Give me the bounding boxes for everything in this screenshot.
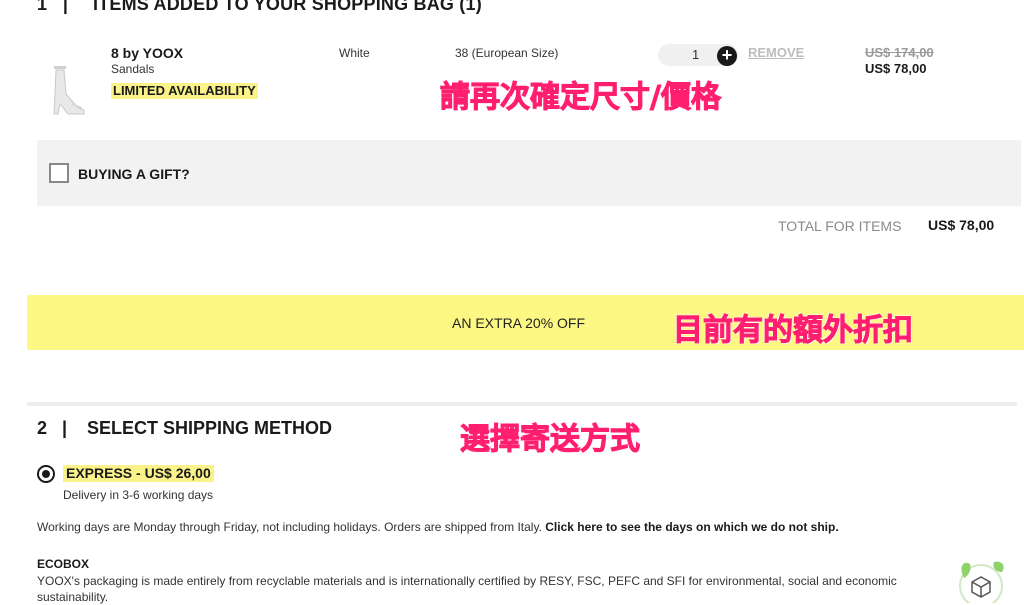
availability-badge: LIMITED AVAILABILITY	[111, 83, 258, 99]
remove-button[interactable]: REMOVE	[748, 45, 804, 60]
express-shipping-option[interactable]: EXPRESS - US$ 26,00	[63, 465, 214, 482]
annotation-extra-discount: 目前有的額外折扣	[673, 313, 914, 349]
product-size: 38 (European Size)	[455, 46, 559, 60]
working-days-info: Working days are Monday through Friday, …	[37, 520, 839, 534]
gift-option-label[interactable]: BUYING A GIFT?	[78, 166, 190, 182]
ecobox-description: YOOX's packaging is made entirely from r…	[37, 574, 897, 604]
quantity-value[interactable]: 1	[692, 47, 699, 62]
original-price: US$ 174,00	[865, 45, 934, 60]
bag-section-number: 1 |	[37, 0, 69, 14]
plus-icon[interactable]: +	[717, 46, 737, 66]
promo-text: AN EXTRA 20% OFF	[452, 315, 586, 331]
no-ship-days-link[interactable]: Click here to see the days on which we d…	[545, 520, 838, 534]
sandal-product-image[interactable]	[48, 64, 86, 120]
product-type: Sandals	[111, 62, 155, 76]
product-brand[interactable]: 8 by YOOX	[111, 45, 183, 61]
annotation-check-size-price: 請再次確定尺寸/價格	[440, 80, 722, 116]
section-divider	[27, 402, 1017, 406]
working-days-text: Working days are Monday through Friday, …	[37, 520, 542, 534]
eco-box-icon	[959, 561, 1004, 603]
shipping-title-text: SELECT SHIPPING METHOD	[87, 418, 333, 438]
bag-title-text: ITEMS ADDED TO YOUR SHOPPING BAG (1)	[93, 0, 482, 14]
total-items-label: TOTAL FOR ITEMS	[778, 218, 902, 234]
delivery-time: Delivery in 3-6 working days	[63, 488, 214, 502]
checkbox-icon[interactable]	[49, 163, 69, 183]
annotation-select-shipping: 選擇寄送方式	[460, 422, 641, 458]
radio-selected-icon[interactable]	[37, 465, 55, 483]
sale-price: US$ 78,00	[865, 61, 927, 76]
product-color: White	[339, 46, 370, 60]
shipping-section-title: 2 | SELECT SHIPPING METHOD	[37, 418, 332, 439]
shipping-section-number: 2 |	[37, 418, 68, 438]
ecobox-title: ECOBOX	[37, 557, 90, 571]
bag-section-title: 1 | ITEMS ADDED TO YOUR SHOPPING BAG (1)	[37, 0, 482, 15]
total-items-value: US$ 78,00	[928, 217, 995, 233]
